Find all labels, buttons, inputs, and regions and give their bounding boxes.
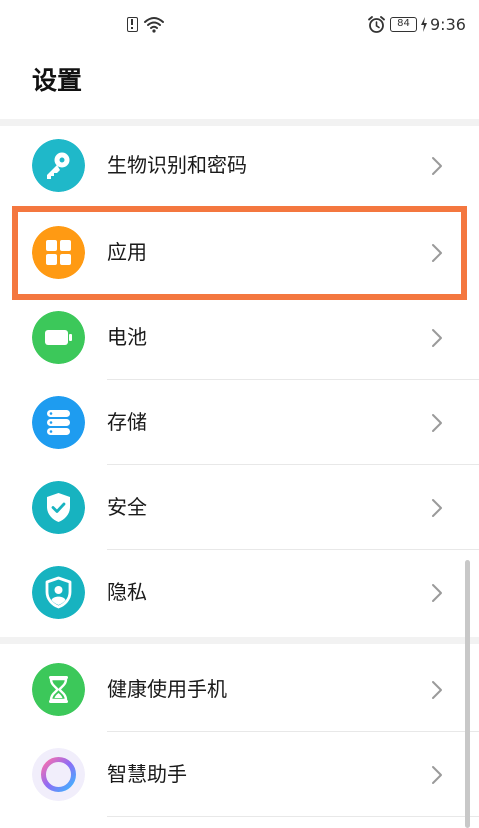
- page-title: 设置: [32, 66, 83, 95]
- chevron-right-icon: [432, 329, 442, 347]
- settings-item-label: 存储: [107, 410, 147, 434]
- battery-level: 84: [390, 17, 417, 32]
- sim-alert-icon: [127, 17, 138, 32]
- charging-bolt-icon: [421, 17, 427, 32]
- settings-item-security[interactable]: 安全: [0, 465, 479, 550]
- status-time: 9:36: [430, 15, 466, 34]
- settings-item-label: 健康使用手机: [107, 677, 227, 701]
- settings-item-smart-assistant[interactable]: 智慧助手: [0, 732, 479, 817]
- chevron-right-icon: [432, 157, 442, 175]
- chevron-right-icon: [432, 681, 442, 699]
- settings-item-storage[interactable]: 存储: [0, 380, 479, 465]
- key-icon: [32, 139, 85, 192]
- wifi-icon: [144, 17, 164, 33]
- battery-icon: [32, 311, 85, 364]
- assistant-ring-icon: [32, 748, 85, 801]
- status-bar: 84 9:36: [0, 0, 479, 52]
- chevron-right-icon: [432, 414, 442, 432]
- settings-item-digital-balance[interactable]: 健康使用手机: [0, 647, 479, 732]
- settings-item-label: 生物识别和密码: [107, 153, 247, 177]
- privacy-shield-icon: [32, 566, 85, 619]
- section-divider: [0, 637, 479, 644]
- shield-check-icon: [32, 481, 85, 534]
- chevron-right-icon: [432, 766, 442, 784]
- settings-item-biometrics[interactable]: 生物识别和密码: [0, 123, 479, 208]
- settings-item-label: 隐私: [107, 580, 147, 604]
- highlight-box: [12, 206, 467, 300]
- storage-icon: [32, 396, 85, 449]
- settings-item-privacy[interactable]: 隐私: [0, 550, 479, 635]
- settings-item-label: 智慧助手: [107, 762, 187, 786]
- scrollbar[interactable]: [465, 560, 470, 828]
- settings-item-label: 电池: [107, 325, 147, 349]
- chevron-right-icon: [432, 499, 442, 517]
- alarm-icon: [368, 16, 385, 33]
- settings-item-label: 安全: [107, 495, 147, 519]
- row-separator: [107, 816, 479, 817]
- chevron-right-icon: [432, 584, 442, 602]
- settings-item-battery[interactable]: 电池: [0, 295, 479, 380]
- hourglass-icon: [32, 663, 85, 716]
